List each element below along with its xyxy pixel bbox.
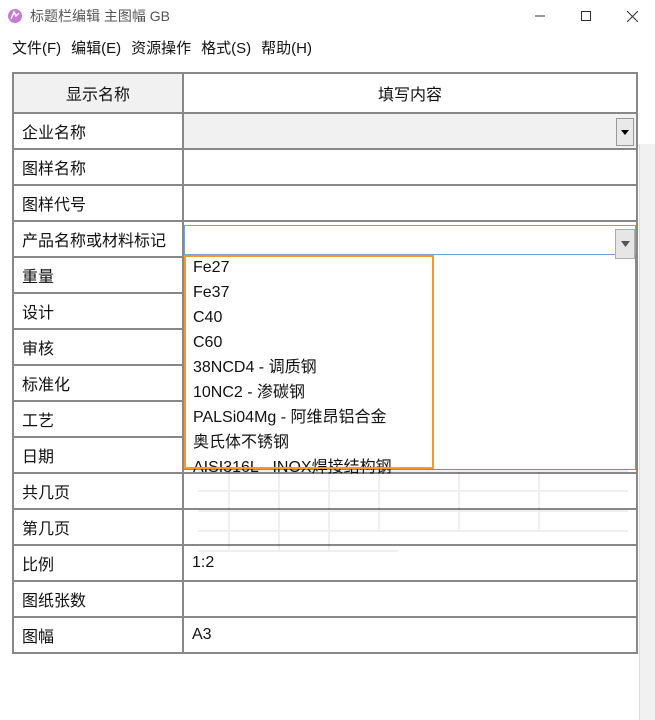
row-label: 企业名称	[14, 114, 184, 148]
table-row: 图幅 A3	[14, 618, 638, 654]
row-label: 图样名称	[14, 150, 184, 184]
row-label: 日期	[14, 438, 184, 472]
row-label: 设计	[14, 294, 184, 328]
material-combobox: Fe27 Fe37 C40 C60 38NCD4 - 调质钢 10NC2 - 渗…	[184, 225, 636, 470]
row-value[interactable]	[184, 510, 638, 544]
table-row: 企业名称	[14, 114, 638, 150]
vertical-scrollbar[interactable]	[639, 144, 655, 720]
content-area: 显示名称 填写内容 企业名称 图样名称 图样代号 产品名称或材料标记 重量	[0, 62, 655, 654]
header-label: 显示名称	[14, 74, 184, 112]
header-value: 填写内容	[184, 74, 638, 112]
combo-input[interactable]	[184, 225, 636, 255]
menu-resource[interactable]: 资源操作	[131, 37, 191, 58]
menu-edit[interactable]: 编辑(E)	[71, 37, 121, 58]
row-value[interactable]: 1:2	[184, 546, 638, 580]
combo-item[interactable]: AISI316L - INOX焊接结构钢	[185, 455, 635, 480]
row-label: 图纸张数	[14, 582, 184, 616]
combo-item[interactable]: Fe37	[185, 280, 635, 305]
combo-item[interactable]: 38NCD4 - 调质钢	[185, 355, 635, 380]
row-label: 第几页	[14, 510, 184, 544]
menu-help[interactable]: 帮助(H)	[261, 37, 312, 58]
combo-item[interactable]: PALSi04Mg - 阿维昂铝合金	[185, 405, 635, 430]
table-row: 第几页	[14, 510, 638, 546]
table-row: 比例 1:2	[14, 546, 638, 582]
row-value[interactable]	[184, 150, 638, 184]
combo-list: Fe27 Fe37 C40 C60 38NCD4 - 调质钢 10NC2 - 渗…	[184, 254, 636, 470]
menu-format[interactable]: 格式(S)	[201, 37, 251, 58]
row-label: 审核	[14, 330, 184, 364]
combo-item[interactable]: C40	[185, 305, 635, 330]
row-value[interactable]: A3	[184, 618, 638, 652]
row-value[interactable]	[184, 114, 638, 148]
row-value[interactable]	[184, 186, 638, 220]
row-label: 工艺	[14, 402, 184, 436]
row-label: 产品名称或材料标记	[14, 222, 184, 256]
row-label: 图样代号	[14, 186, 184, 220]
titlebar: 标题栏编辑 主图幅 GB	[0, 0, 655, 32]
row-label: 比例	[14, 546, 184, 580]
combo-item[interactable]: Fe27	[185, 255, 635, 280]
row-label: 共几页	[14, 474, 184, 508]
menu-file[interactable]: 文件(F)	[12, 37, 61, 58]
window-title: 标题栏编辑 主图幅 GB	[30, 6, 517, 26]
table-row: 图样名称	[14, 150, 638, 186]
close-button[interactable]	[609, 0, 655, 32]
maximize-button[interactable]	[563, 0, 609, 32]
combo-item[interactable]: 10NC2 - 渗碳钢	[185, 380, 635, 405]
menubar: 文件(F) 编辑(E) 资源操作 格式(S) 帮助(H)	[0, 32, 655, 62]
grid-header-row: 显示名称 填写内容	[14, 74, 638, 114]
row-label: 标准化	[14, 366, 184, 400]
minimize-button[interactable]	[517, 0, 563, 32]
window-controls	[517, 0, 655, 32]
table-row: 图样代号	[14, 186, 638, 222]
table-row: 图纸张数	[14, 582, 638, 618]
row-label: 重量	[14, 258, 184, 292]
app-icon	[6, 7, 24, 25]
row-label: 图幅	[14, 618, 184, 652]
combo-item[interactable]: 奥氏体不锈钢	[185, 430, 635, 455]
row-value[interactable]	[184, 582, 638, 616]
chevron-down-icon[interactable]	[615, 229, 635, 259]
combo-item[interactable]: C60	[185, 330, 635, 355]
dropdown-button[interactable]	[616, 118, 634, 146]
